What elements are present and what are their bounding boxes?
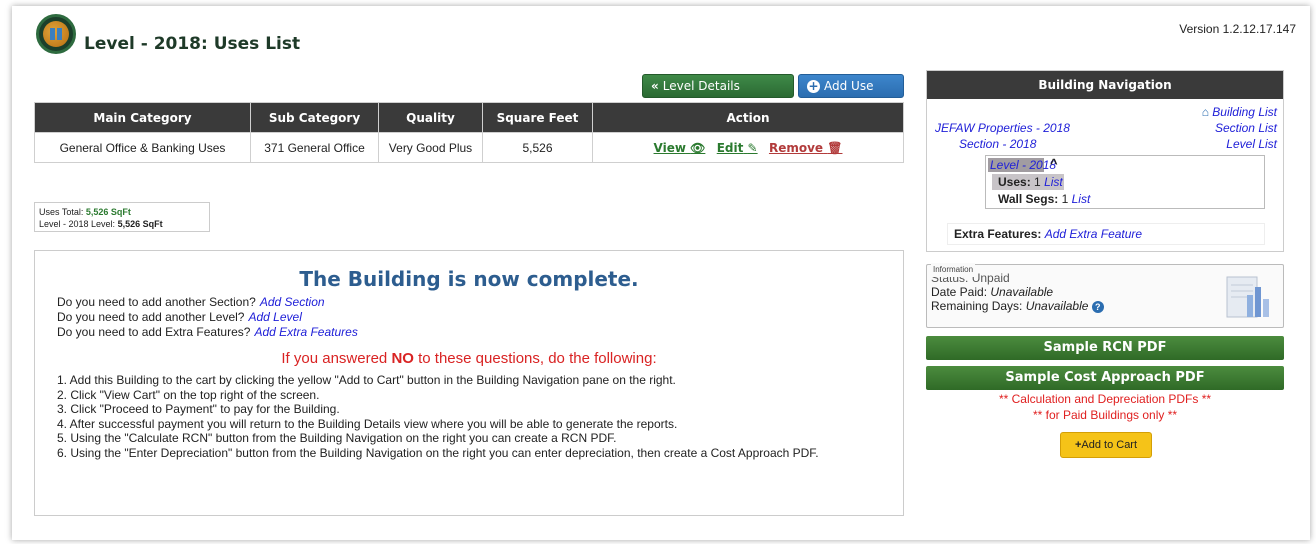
add-extra-feature-link[interactable]: Add Extra Feature: [1045, 227, 1142, 241]
app-logo: [36, 14, 76, 54]
report-chart-icon: [1226, 276, 1269, 318]
home-icon: ⌂: [1201, 105, 1209, 119]
list-item: 5. Using the "Calculate RCN" button from…: [57, 431, 617, 445]
paid-note-line1: ** Calculation and Depreciation PDFs **: [998, 392, 1212, 406]
wall-segs-count: Wall Segs: 1 List: [998, 192, 1091, 206]
section-list-link[interactable]: Section List: [1215, 121, 1277, 135]
question-level: Do you need to add another Level? Add Lev…: [57, 310, 302, 324]
list-item: 1. Add this Building to the cart by clic…: [57, 373, 676, 387]
sample-cost-approach-pdf-button[interactable]: Sample Cost Approach PDF: [926, 366, 1284, 390]
cell-actions: View 👁 Edit ✎ Remove 🗑: [592, 132, 904, 163]
level-tree-box: Level - 2018 ^ Uses: 1 List Wall Segs: 1…: [985, 155, 1265, 209]
help-icon[interactable]: ?: [1091, 300, 1104, 313]
cell-square-feet: 5,526: [482, 132, 593, 163]
uses-count: Uses: 1 List: [998, 175, 1063, 189]
section-link[interactable]: Section - 2018: [959, 137, 1036, 151]
level-link[interactable]: Level - 2018: [990, 158, 1056, 172]
property-link[interactable]: JEFAW Properties - 2018: [935, 121, 1070, 135]
extra-features-row: Extra Features: Add Extra Feature: [947, 223, 1265, 245]
cell-main-category: General Office & Banking Uses: [34, 132, 251, 163]
complete-heading: The Building is now complete.: [299, 267, 639, 291]
col-header-action: Action: [592, 102, 904, 133]
instructions-warning: If you answered NO to these questions, d…: [281, 350, 657, 367]
add-use-button[interactable]: + Add Use: [798, 74, 904, 98]
col-header-sub-category: Sub Category: [250, 102, 379, 133]
app-frame: Level - 2018: Uses List Version 1.2.12.1…: [12, 6, 1310, 540]
col-header-quality: Quality: [378, 102, 483, 133]
building-navigation-panel: Building Navigation ⌂ Building List JEFA…: [926, 70, 1284, 252]
remove-link[interactable]: Remove 🗑: [769, 141, 843, 155]
add-to-cart-button[interactable]: +Add to Cart: [1060, 432, 1152, 458]
edit-link[interactable]: Edit ✎: [717, 141, 758, 155]
building-navigation-title: Building Navigation: [927, 71, 1283, 99]
chevron-up-icon[interactable]: ^: [1050, 156, 1058, 171]
list-item: 3. Click "Proceed to Payment" to pay for…: [57, 402, 340, 416]
list-item: 2. Click "View Cart" on the top right of…: [57, 387, 320, 402]
building-list-link[interactable]: ⌂ Building List: [1202, 105, 1277, 119]
col-header-square-feet: Square Feet: [482, 102, 593, 133]
level-total-value: 5,526 SqFt: [117, 219, 163, 229]
page-title: Level - 2018: Uses List: [84, 34, 301, 54]
list-item: 4. After successful payment you will ret…: [57, 416, 678, 431]
eye-icon: 👁: [690, 140, 706, 155]
double-chevron-left-icon: «: [651, 79, 659, 93]
list-item: 6. Using the "Enter Depreciation" button…: [57, 445, 819, 460]
add-extra-features-link[interactable]: Add Extra Features: [254, 325, 357, 339]
uses-total-value: 5,526 SqFt: [85, 207, 131, 217]
building-complete-panel: The Building is now complete. Do you nee…: [34, 250, 904, 516]
information-box: Information Status: Unpaid Date Paid: Un…: [926, 263, 1284, 328]
totals-box: Uses Total: 5,526 SqFt Level - 2018 Leve…: [34, 202, 210, 232]
wall-segs-list-link[interactable]: List: [1072, 192, 1091, 206]
col-header-main-category: Main Category: [34, 102, 251, 133]
paid-note-line2: ** for Paid Buildings only **: [1032, 408, 1178, 422]
sample-rcn-pdf-button[interactable]: Sample RCN PDF: [926, 336, 1284, 360]
plus-circle-icon: +: [807, 78, 820, 93]
add-section-link[interactable]: Add Section: [260, 295, 325, 309]
uses-list-link[interactable]: List: [1044, 175, 1063, 189]
question-section: Do you need to add another Section? Add S…: [57, 295, 325, 309]
pencil-icon: ✎: [747, 140, 758, 155]
add-level-link[interactable]: Add Level: [248, 310, 301, 324]
instruction-steps: 1. Add this Building to the cart by clic…: [57, 373, 881, 460]
level-details-button[interactable]: « Level Details: [642, 74, 794, 98]
question-extra-features: Do you need to add Extra Features? Add Ex…: [57, 325, 358, 339]
version-label: Version 1.2.12.17.147: [1179, 22, 1296, 36]
trash-icon: 🗑: [827, 140, 843, 155]
cell-quality: Very Good Plus: [378, 132, 483, 163]
cell-sub-category: 371 General Office: [250, 132, 379, 163]
table-row: General Office & Banking Uses 371 Genera…: [34, 132, 904, 163]
information-legend: Information: [931, 263, 976, 277]
view-link[interactable]: View 👁: [654, 141, 706, 155]
level-list-link[interactable]: Level List: [1226, 137, 1277, 151]
uses-table: Main Category Sub Category Quality Squar…: [34, 102, 904, 163]
